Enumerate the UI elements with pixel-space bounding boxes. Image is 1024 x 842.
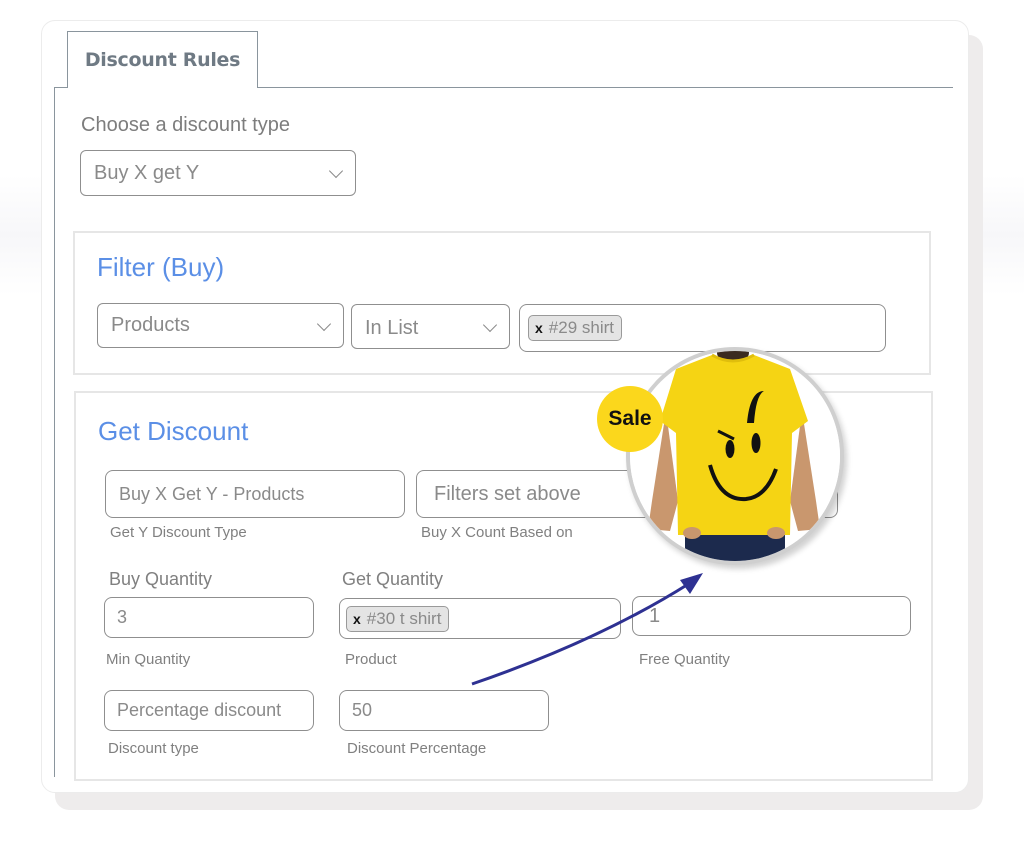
- chip-label: #29 shirt: [548, 318, 614, 337]
- get-y-type-value: Buy X Get Y - Products: [119, 483, 305, 504]
- free-quantity-input[interactable]: 1: [632, 596, 911, 636]
- buy-quantity-value: 3: [117, 607, 128, 627]
- filter-condition-value: In List: [365, 317, 419, 339]
- count-based-on-value: Filters set above: [434, 482, 581, 505]
- get-discount-title: Get Discount: [98, 416, 249, 446]
- count-based-on-help: Buy X Count Based on: [421, 524, 573, 541]
- discount-type-input[interactable]: Percentage discount: [104, 690, 314, 731]
- product-chip: x #29 shirt: [528, 315, 622, 341]
- filter-condition-select[interactable]: In List: [351, 304, 510, 349]
- buy-quantity-input[interactable]: 3: [104, 597, 314, 638]
- tshirt-image: [630, 351, 840, 561]
- get-quantity-label: Get Quantity: [342, 569, 444, 589]
- product-chip: x #30 t shirt: [346, 605, 450, 632]
- discount-kind-help: Discount type: [108, 740, 199, 757]
- get-y-type-help: Get Y Discount Type: [110, 524, 247, 541]
- discount-type-select[interactable]: Buy X get Y: [80, 150, 356, 196]
- discount-kind-value: Percentage discount: [117, 700, 282, 720]
- get-product-multiselect[interactable]: x #30 t shirt: [339, 598, 621, 639]
- buy-quantity-label: Buy Quantity: [109, 569, 213, 589]
- filter-type-select[interactable]: Products: [97, 303, 344, 348]
- discount-type-label: Choose a discount type: [81, 114, 291, 136]
- panel-border-left: [54, 87, 55, 777]
- get-y-type-select[interactable]: Buy X Get Y - Products: [105, 470, 405, 518]
- discount-type-value: Buy X get Y: [94, 161, 200, 184]
- discount-percentage-input[interactable]: 50: [339, 690, 549, 731]
- product-image-circle: [626, 347, 844, 565]
- free-quantity-value: 1: [649, 604, 661, 627]
- discount-percentage-help: Discount Percentage: [347, 740, 487, 757]
- filter-type-value: Products: [111, 314, 190, 336]
- discount-percentage-value: 50: [352, 700, 373, 720]
- chevron-down-icon: [482, 317, 498, 332]
- free-quantity-help: Free Quantity: [639, 651, 730, 668]
- tab-discount-rules[interactable]: Discount Rules: [67, 31, 258, 88]
- chip-label: #30 t shirt: [366, 608, 442, 628]
- remove-chip-icon[interactable]: x: [353, 611, 361, 627]
- buy-quantity-help: Min Quantity: [106, 651, 191, 668]
- sale-badge: Sale: [597, 386, 663, 452]
- chevron-down-icon: [328, 163, 344, 179]
- filter-products-multiselect[interactable]: x #29 shirt: [519, 304, 886, 352]
- filter-section-title: Filter (Buy): [97, 252, 225, 282]
- remove-chip-icon[interactable]: x: [535, 320, 543, 336]
- get-product-help: Product: [345, 651, 397, 668]
- chevron-down-icon: [316, 316, 332, 331]
